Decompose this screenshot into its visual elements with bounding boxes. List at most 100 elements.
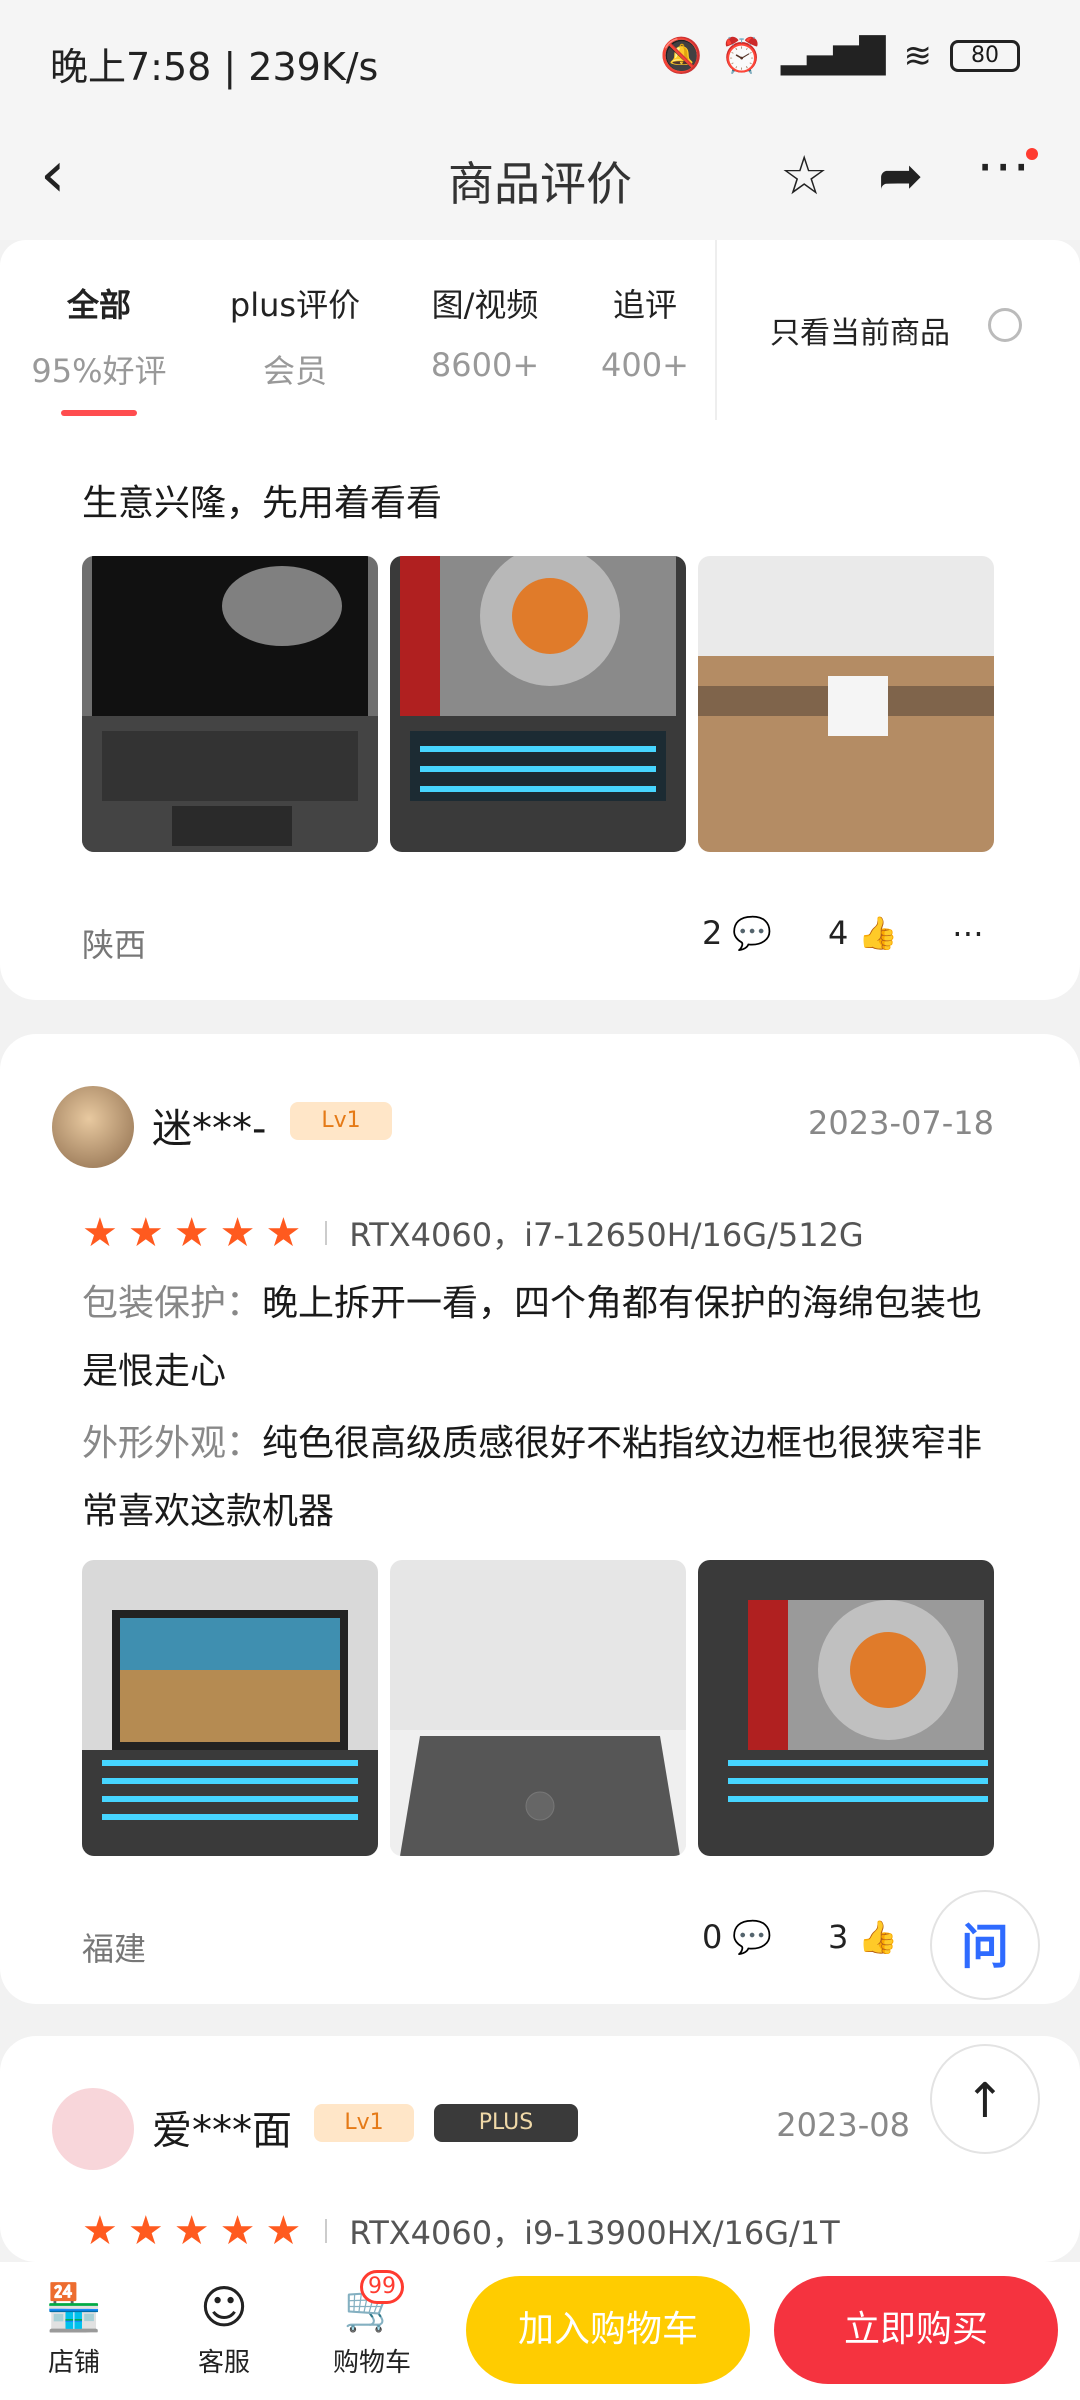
tab-label: plus评价: [229, 286, 361, 324]
status-time: 晚上7:58 | 239K/s: [50, 45, 379, 89]
tab-label: 全部: [66, 286, 131, 324]
star-icon: ★: [127, 1210, 164, 1256]
tab-media[interactable]: 图/视频 8600+: [400, 280, 570, 384]
comment-count: 0: [702, 1918, 723, 1956]
tab-sub: 8600+: [430, 346, 540, 384]
comment-button[interactable]: 0 💬: [702, 1918, 772, 1956]
tabs-divider: [715, 240, 717, 420]
avatar[interactable]: [52, 1086, 134, 1168]
star-icon: ★: [265, 1210, 302, 1256]
review-images: [82, 1560, 994, 1856]
review-footer: 陕西 2 💬 4 👍 ⋯: [82, 910, 1020, 970]
cart-label: 购物车: [332, 2348, 411, 2378]
rating-stars: ★ ★ ★ ★ ★ RTX4060，i7-12650H/16G/512G: [82, 1210, 864, 1256]
comment-icon: 💬: [732, 1918, 773, 1956]
field-label: 外形外观：: [82, 1423, 263, 1464]
tab-sub: 400+: [601, 346, 689, 384]
tab-label: 追评: [612, 286, 677, 324]
star-icon: ★: [265, 2208, 302, 2254]
comment-icon: 💬: [732, 914, 773, 952]
review-image[interactable]: [698, 1560, 994, 1856]
comment-button[interactable]: 2 💬: [702, 914, 772, 952]
comment-count: 2: [702, 914, 723, 952]
filter-tabs: 全部 95%好评 plus评价 会员 图/视频 8600+ 追评 400+ 只看…: [0, 240, 1080, 420]
service-button[interactable]: ☺ 客服: [164, 2280, 284, 2379]
review-date: 2023-07-18: [808, 1104, 994, 1142]
status-bar: 晚上7:58 | 239K/s 🔕 ⏰ ▂▄▆█ ≋ 80: [0, 0, 1080, 120]
avatar[interactable]: [52, 2088, 134, 2170]
review-date: 2023-08: [776, 2106, 910, 2144]
more-icon[interactable]: ⋯: [976, 134, 1030, 197]
thumbs-up-icon: 👍: [858, 914, 899, 952]
tab-sub: 95%好评: [31, 352, 167, 390]
divider: [325, 1221, 328, 1245]
review-card-2: 迷***- Lv1 2023-07-18 ★ ★ ★ ★ ★ RTX4060，i…: [0, 1034, 1080, 2004]
review-location: 福建: [82, 1930, 147, 1968]
review-images: [82, 556, 994, 852]
field-label: 包装保护：: [82, 1283, 263, 1324]
status-icons: 🔕 ⏰ ▂▄▆█ ≋ 80: [660, 36, 1020, 76]
notification-dot: [1026, 148, 1038, 160]
review-card-1: 生意兴隆，先用着看看 陕西 2 💬 4 👍 ⋯: [0, 380, 1080, 1000]
tab-follow-up[interactable]: 追评 400+: [560, 280, 730, 384]
review-field-appearance: 外形外观：纯色很高级质感很好不粘指纹边框也很狭窄非常喜欢这款机器: [82, 1410, 1002, 1546]
level-badge: Lv1: [290, 1102, 392, 1140]
username: 爱***面: [152, 2108, 292, 2154]
star-icon: ★: [127, 2208, 164, 2254]
mute-icon: 🔕: [660, 36, 703, 76]
ask-button[interactable]: 问: [930, 1890, 1040, 2000]
star-icon: ★: [173, 1210, 210, 1256]
review-image[interactable]: [698, 556, 994, 852]
store-button[interactable]: 🏪 店铺: [14, 2280, 134, 2379]
review-image[interactable]: [390, 1560, 686, 1856]
like-count: 3: [828, 1918, 849, 1956]
product-spec: RTX4060，i7-12650H/16G/512G: [349, 1216, 864, 1254]
review-image[interactable]: [82, 1560, 378, 1856]
review-image[interactable]: [82, 556, 378, 852]
divider: [325, 2219, 328, 2243]
store-label: 店铺: [47, 2348, 100, 2378]
back-to-top-button[interactable]: ↑: [930, 2044, 1040, 2154]
bottom-bar: 🏪 店铺 ☺ 客服 🛒 购物车 99 加入购物车 立即购买: [0, 2262, 1080, 2400]
cart-count-badge: 99: [360, 2270, 404, 2304]
wifi-icon: ≋: [903, 36, 933, 76]
rating-stars: ★ ★ ★ ★ ★ RTX4060，i9-13900HX/16G/1T: [82, 2208, 840, 2254]
review-card-3: 爱***面 Lv1 PLUS 2023-08 ★ ★ ★ ★ ★ RTX4060…: [0, 2036, 1080, 2262]
product-spec: RTX4060，i9-13900HX/16G/1T: [349, 2214, 840, 2252]
only-current-radio[interactable]: [988, 308, 1022, 342]
like-count: 4: [828, 914, 849, 952]
review-footer: 福建 0 💬 3 👍: [82, 1914, 1020, 1974]
battery-icon: 80: [950, 40, 1020, 72]
service-label: 客服: [197, 2348, 250, 2378]
nav-bar: ‹ 商品评价 ☆ ➦ ⋯: [0, 120, 1080, 240]
star-icon: ★: [82, 2208, 118, 2254]
tab-plus[interactable]: plus评价 会员: [210, 280, 380, 392]
like-button[interactable]: 4 👍: [828, 914, 898, 952]
share-icon[interactable]: ➦: [878, 144, 923, 207]
tab-underline: [61, 410, 137, 416]
tab-sub: 会员: [262, 352, 327, 390]
star-icon: ★: [219, 2208, 256, 2254]
star-icon[interactable]: ☆: [780, 144, 828, 207]
star-icon: ★: [219, 1210, 256, 1256]
star-icon: ★: [173, 2208, 210, 2254]
star-icon: ★: [82, 1210, 118, 1256]
review-image[interactable]: [390, 556, 686, 852]
alarm-icon: ⏰: [720, 36, 763, 76]
only-current-label: 只看当前商品: [770, 316, 950, 351]
buy-now-button[interactable]: 立即购买: [774, 2276, 1058, 2384]
plus-badge: PLUS: [434, 2104, 578, 2142]
thumbs-up-icon: 👍: [858, 1918, 899, 1956]
signal-icon: ▂▄▆█: [780, 36, 886, 76]
chat-icon: ☺: [200, 2280, 248, 2334]
tab-label: 图/视频: [431, 286, 539, 324]
review-location: 陕西: [82, 926, 147, 964]
review-field-packaging: 包装保护：晚上拆开一看，四个角都有保护的海绵包装也是恨走心: [82, 1270, 1002, 1406]
more-options-icon[interactable]: ⋯: [952, 914, 984, 952]
level-badge: Lv1: [314, 2104, 414, 2142]
username: 迷***-: [152, 1106, 267, 1152]
tab-all[interactable]: 全部 95%好评: [14, 280, 184, 416]
add-to-cart-button[interactable]: 加入购物车: [466, 2276, 750, 2384]
review-text: 生意兴隆，先用着看看: [82, 483, 443, 524]
like-button[interactable]: 3 👍: [828, 1918, 898, 1956]
